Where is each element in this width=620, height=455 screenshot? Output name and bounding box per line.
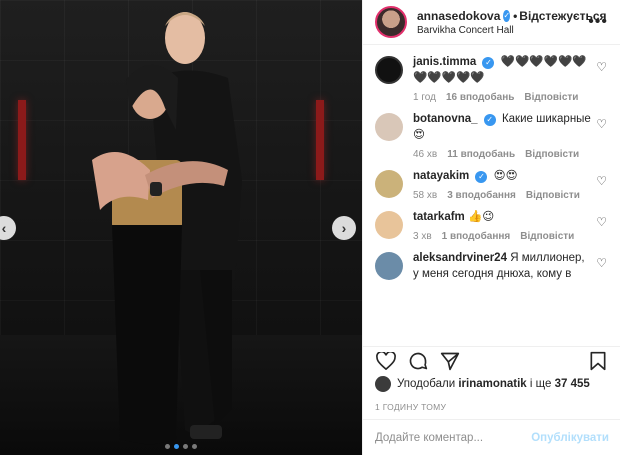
- comment-likes[interactable]: 11 вподобань: [447, 149, 515, 160]
- comment-avatar[interactable]: [375, 113, 403, 141]
- comment-icon[interactable]: [407, 350, 429, 372]
- comment-time[interactable]: 58 хв: [413, 190, 437, 201]
- comment-time[interactable]: 1 год: [413, 92, 436, 103]
- add-comment-bar: Опублікувати: [363, 419, 620, 455]
- comment-text: 👍😉: [467, 211, 495, 223]
- more-options-icon[interactable]: •••: [588, 13, 608, 31]
- publish-button[interactable]: Опублікувати: [531, 432, 609, 444]
- carousel-indicator: [0, 444, 362, 449]
- comment-item: tatarkafm 👍😉 3 хв 1 вподобання Відповіст…: [363, 201, 620, 242]
- post-sidebar: annasedokova ✓ • Відстежується Barvikha …: [362, 0, 620, 455]
- comment-likes[interactable]: 16 вподобань: [446, 92, 514, 103]
- comments-list: janis.timma ✓ 🖤🖤🖤🖤🖤🖤🖤🖤🖤🖤🖤 1 год 16 вподо…: [363, 46, 620, 342]
- liker-username[interactable]: irinamonatik: [458, 378, 526, 390]
- post-header: annasedokova ✓ • Відстежується Barvikha …: [363, 0, 620, 45]
- comment-text: 😍😍: [493, 170, 518, 182]
- post-location[interactable]: Barvikha Concert Hall: [417, 25, 588, 36]
- verified-badge-icon: ✓: [482, 57, 495, 69]
- likes-prefix: Уподобали: [397, 378, 456, 390]
- comment-item: aleksandrviner24 Я миллионер, у меня сег…: [363, 242, 620, 282]
- likes-middle: і ще: [529, 378, 552, 390]
- comment-item: natayakim ✓ 😍😍 58 хв 3 вподобання Відпов…: [363, 160, 620, 201]
- comment-item: botanovna_ ✓ Какие шикарные 😍 46 хв 11 в…: [363, 103, 620, 160]
- comment-like-heart-icon[interactable]: ♡: [596, 215, 607, 229]
- comment-username[interactable]: botanovna_: [413, 113, 478, 125]
- comment-avatar[interactable]: [375, 56, 403, 84]
- author-info: annasedokova ✓ • Відстежується Barvikha …: [417, 8, 607, 36]
- carousel-dot: [192, 444, 197, 449]
- carousel-dot: [183, 444, 188, 449]
- comment-input[interactable]: [375, 431, 532, 444]
- comment-username[interactable]: tatarkafm: [413, 211, 465, 223]
- verified-badge-icon: ✓: [475, 171, 488, 183]
- post-photo[interactable]: ‹ ›: [0, 0, 362, 455]
- post-timestamp[interactable]: 1 ГОДИНУ ТОМУ: [375, 402, 446, 412]
- verified-badge-icon: ✓: [483, 114, 496, 126]
- comment-username[interactable]: natayakim: [413, 170, 469, 182]
- comment-time[interactable]: 3 хв: [413, 231, 432, 242]
- verified-badge-icon: ✓: [503, 9, 511, 22]
- likes-summary: Уподобали irinamonatik і ще 37 455: [375, 376, 590, 392]
- comment-username[interactable]: aleksandrviner24: [413, 252, 507, 264]
- comment-like-heart-icon[interactable]: ♡: [596, 117, 607, 131]
- author-username[interactable]: annasedokova: [417, 9, 500, 23]
- carousel-next-button[interactable]: ›: [332, 216, 356, 240]
- comment-likes[interactable]: 1 вподобання: [442, 231, 511, 242]
- couple-figure: [92, 12, 242, 445]
- likes-count[interactable]: 37 455: [555, 378, 590, 390]
- reply-button[interactable]: Відповісти: [524, 92, 578, 103]
- share-icon[interactable]: [439, 350, 461, 372]
- comment-likes[interactable]: 3 вподобання: [447, 190, 516, 201]
- bookmark-icon[interactable]: [587, 350, 609, 372]
- comment-like-heart-icon[interactable]: ♡: [596, 60, 607, 74]
- liker-avatar[interactable]: [375, 376, 391, 392]
- comment-avatar[interactable]: [375, 170, 403, 198]
- reply-button[interactable]: Відповісти: [526, 190, 580, 201]
- comment-username[interactable]: janis.timma: [413, 56, 476, 68]
- heart-icon[interactable]: [375, 350, 397, 372]
- reply-button[interactable]: Відповісти: [525, 149, 579, 160]
- post-actions: [363, 346, 620, 374]
- comment-like-heart-icon[interactable]: ♡: [596, 256, 607, 270]
- author-avatar[interactable]: [375, 6, 407, 38]
- comment-like-heart-icon[interactable]: ♡: [596, 174, 607, 188]
- carousel-dot: [165, 444, 170, 449]
- comment-time[interactable]: 46 хв: [413, 149, 437, 160]
- reply-button[interactable]: Відповісти: [520, 231, 574, 242]
- comment-avatar[interactable]: [375, 211, 403, 239]
- carousel-dot-active: [174, 444, 179, 449]
- comment-item: janis.timma ✓ 🖤🖤🖤🖤🖤🖤🖤🖤🖤🖤🖤 1 год 16 вподо…: [363, 46, 620, 103]
- comment-avatar[interactable]: [375, 252, 403, 280]
- separator: •: [513, 8, 518, 23]
